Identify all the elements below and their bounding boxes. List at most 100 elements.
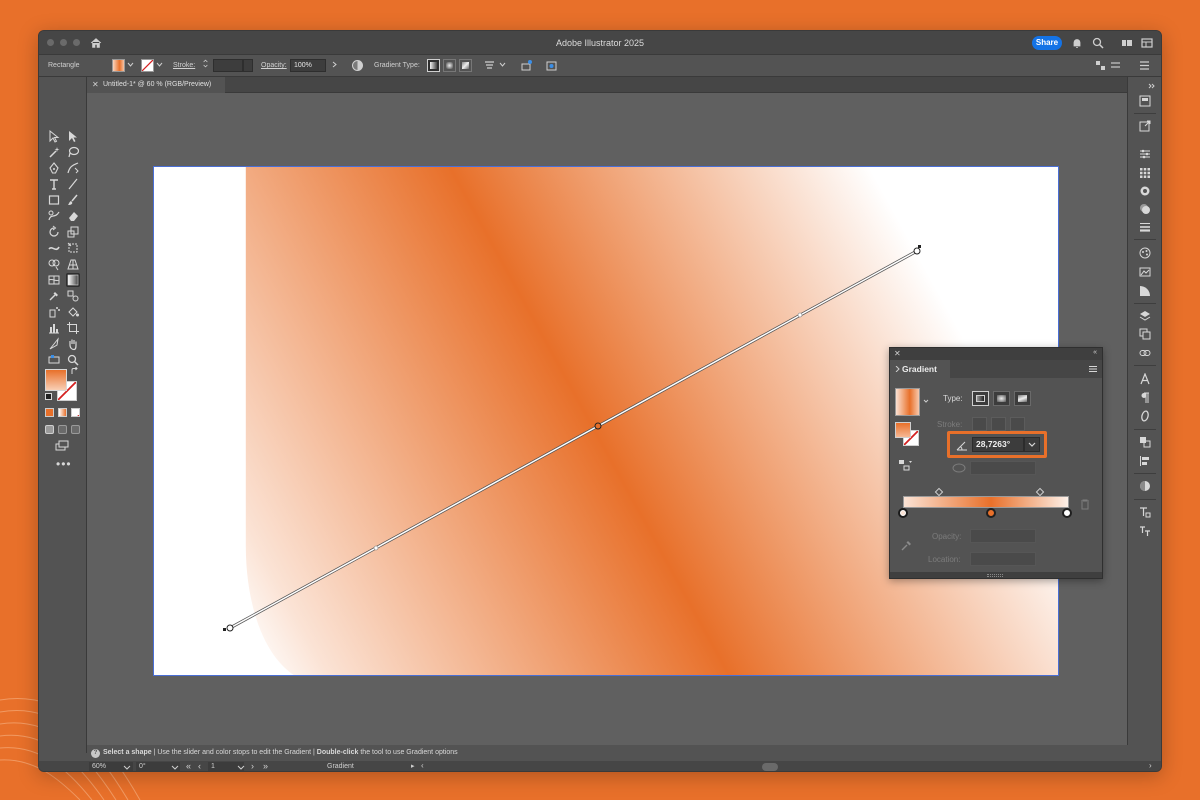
paragraph-panel-icon[interactable] (1139, 392, 1151, 404)
recolor-icon[interactable] (520, 59, 533, 72)
freeform-gradient-button[interactable] (1014, 391, 1031, 406)
edit-artwork-icon[interactable] (545, 59, 558, 72)
blend-tool-icon[interactable] (66, 289, 80, 303)
help-icon[interactable]: ? (91, 749, 100, 758)
appearance-panel-icon[interactable] (1139, 247, 1151, 259)
column-graph-tool-icon[interactable] (47, 321, 61, 335)
slice-tool-icon[interactable] (47, 337, 61, 351)
radial-gradient-type-button[interactable] (443, 59, 456, 72)
workspace-switcher-icon[interactable] (1140, 36, 1154, 50)
collapse-panel-icon[interactable]: « (1093, 349, 1097, 356)
gradient-mode-button[interactable] (58, 408, 67, 417)
gradient-rotate-handle[interactable] (918, 245, 921, 248)
scroll-left-icon[interactable]: ‹ (421, 761, 424, 770)
artboards-panel-icon[interactable] (1139, 328, 1151, 340)
gradient-midpoint[interactable] (373, 545, 379, 551)
delete-stop-icon[interactable] (1080, 499, 1090, 510)
stroke-panel-icon[interactable] (1139, 221, 1151, 233)
none-mode-button[interactable] (71, 408, 80, 417)
zoom-dropdown-chevron-icon[interactable] (123, 763, 131, 771)
brushes-panel-icon[interactable] (1139, 185, 1151, 197)
scroll-right-icon[interactable]: › (1149, 761, 1152, 770)
search-icon[interactable] (1091, 36, 1105, 50)
gradient-midpoint-marker[interactable] (934, 487, 944, 497)
stroke-weight-stepper-icon[interactable] (201, 59, 210, 68)
width-tool-icon[interactable] (47, 241, 61, 255)
magic-wand-tool-icon[interactable] (47, 145, 61, 159)
draw-behind-icon[interactable] (58, 425, 67, 434)
transparency-panel-icon[interactable] (1139, 480, 1151, 492)
previous-artboard-icon[interactable]: ‹ (198, 761, 201, 771)
fill-dropdown-chevron-icon[interactable] (126, 60, 135, 69)
radial-gradient-button[interactable] (993, 391, 1010, 406)
next-artboard-icon[interactable]: › (251, 761, 254, 771)
gradient-origin-handle[interactable] (223, 628, 226, 631)
stroke-weight-field[interactable] (213, 59, 243, 72)
horizontal-scroll-thumb[interactable] (762, 763, 778, 771)
gradient-midpoint[interactable] (797, 312, 803, 318)
layers-panel-icon[interactable] (1139, 310, 1151, 322)
gradient-tool-icon[interactable] (66, 273, 80, 287)
first-artboard-icon[interactable]: « (186, 761, 191, 771)
mesh-tool-icon[interactable] (47, 273, 61, 287)
arrange-documents-icon[interactable] (1120, 36, 1134, 50)
scale-tool-icon[interactable] (66, 225, 80, 239)
gradient-start-stop[interactable] (226, 624, 234, 632)
character-panel-icon[interactable] (1139, 373, 1151, 385)
stroke-swatch[interactable] (141, 59, 154, 72)
glyphs-panel-icon[interactable] (1139, 525, 1151, 537)
gradient-mid-stop[interactable] (594, 422, 602, 430)
tab-expand-icon[interactable] (895, 366, 900, 372)
curvature-tool-icon[interactable] (66, 161, 80, 175)
gradient-preview-swatch[interactable] (895, 388, 920, 416)
draw-normal-icon[interactable] (45, 425, 54, 434)
opentype-panel-icon[interactable] (1139, 410, 1151, 422)
panel-fill-swatch[interactable] (895, 422, 911, 438)
gradient-end-stop[interactable] (913, 247, 921, 255)
close-panel-icon[interactable]: ✕ (894, 349, 901, 358)
adjustments-panel-icon[interactable] (1139, 148, 1151, 160)
rectangle-tool-icon[interactable] (47, 193, 61, 207)
pen-tool-icon[interactable] (47, 161, 61, 175)
arrange-icon[interactable] (1109, 59, 1122, 72)
screen-mode-icon[interactable] (55, 440, 69, 452)
direct-selection-tool-icon[interactable] (66, 129, 80, 143)
edit-toolbar-icon[interactable]: ••• (56, 457, 72, 471)
artboard-tool-icon[interactable] (66, 321, 80, 335)
color-panel-icon[interactable] (1139, 203, 1151, 215)
linear-gradient-type-button[interactable] (427, 59, 440, 72)
gradient-slider[interactable] (903, 496, 1069, 508)
fill-swatch[interactable] (112, 59, 125, 72)
print-tiling-tool-icon[interactable] (47, 353, 61, 367)
hand-tool-icon[interactable] (66, 337, 80, 351)
opacity-flyout-chevron-icon[interactable] (330, 60, 339, 69)
panel-resize-bar[interactable] (890, 572, 1102, 578)
active-fill-swatch[interactable] (45, 369, 67, 391)
swap-fill-stroke-icon[interactable] (70, 367, 79, 376)
pathfinder-panel-icon[interactable] (1139, 436, 1151, 448)
align-dropdown-chevron-icon[interactable] (498, 60, 507, 69)
swatches-panel-icon[interactable] (1139, 167, 1151, 179)
stroke-dropdown-chevron-icon[interactable] (155, 60, 164, 69)
type-tool-icon[interactable] (47, 177, 61, 191)
artboard-dropdown-chevron-icon[interactable] (237, 763, 245, 771)
default-fill-stroke-icon[interactable] (45, 393, 52, 400)
last-artboard-icon[interactable]: » (263, 761, 268, 771)
angle-dropdown[interactable] (1024, 437, 1040, 452)
opacity-field[interactable]: 100% (290, 59, 326, 72)
rotation-dropdown-chevron-icon[interactable] (171, 763, 179, 771)
perspective-grid-tool-icon[interactable] (66, 257, 80, 271)
panel-menu-icon[interactable] (1138, 59, 1151, 72)
draw-inside-icon[interactable] (71, 425, 80, 434)
selection-tool-icon[interactable] (47, 129, 61, 143)
type-on-path-panel-icon[interactable] (1139, 506, 1151, 518)
eraser-tool-icon[interactable] (66, 209, 80, 223)
align-panel-icon[interactable] (1139, 455, 1151, 467)
resize-grip-icon[interactable] (987, 574, 1003, 577)
color-mode-button[interactable] (45, 408, 54, 417)
properties-panel-icon[interactable] (1139, 95, 1151, 107)
gradient-color-stop[interactable] (898, 508, 908, 518)
zoom-tool-icon[interactable] (66, 353, 80, 367)
status-menu-arrow-icon[interactable]: ▸ (411, 762, 415, 770)
free-transform-tool-icon[interactable] (66, 241, 80, 255)
